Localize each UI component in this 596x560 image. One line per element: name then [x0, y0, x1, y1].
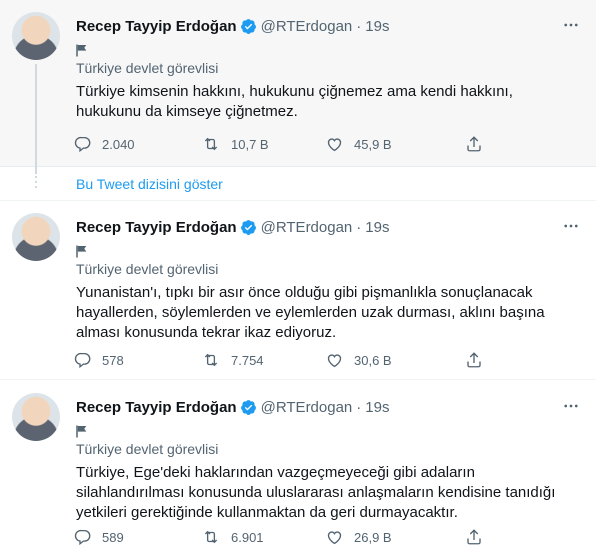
reply-count: 578 [102, 352, 124, 368]
tweet-actions: 589 6.901 26,9 B [68, 525, 508, 549]
author-handle[interactable]: @RTErdogan [261, 219, 353, 236]
thread-connector [35, 171, 37, 189]
thread-line [35, 64, 37, 174]
retweet-count: 6.901 [231, 529, 264, 545]
tweet-header: Recep Tayyip Erdoğan @RTErdogan · 19s [76, 397, 389, 417]
verified-badge-icon [240, 399, 257, 416]
heart-icon [327, 531, 342, 545]
avatar[interactable] [12, 393, 60, 441]
retweet-icon [204, 530, 218, 544]
avatar[interactable] [12, 213, 60, 261]
tweet-header: Recep Tayyip Erdoğan @RTErdogan · 19s [76, 217, 389, 237]
share-icon [467, 529, 481, 545]
verified-badge-icon [240, 219, 257, 236]
reply-icon [74, 529, 91, 546]
tweet-3[interactable]: Recep Tayyip Erdoğan @RTErdogan · 19s Tü… [0, 381, 596, 560]
reply-button[interactable]: 2.040 [68, 135, 201, 153]
like-count: 45,9 B [354, 136, 392, 152]
reply-count: 589 [102, 529, 124, 545]
tweet-actions: 578 7.754 30,6 B [68, 348, 508, 372]
government-official-label: Türkiye devlet görevlisi [76, 261, 219, 277]
author-name[interactable]: Recep Tayyip Erdoğan [76, 399, 237, 416]
reply-button[interactable]: 578 [68, 351, 201, 369]
like-count: 30,6 B [354, 352, 392, 368]
retweet-button[interactable]: 10,7 B [201, 135, 325, 153]
like-button[interactable]: 45,9 B [325, 135, 465, 153]
share-icon [467, 352, 481, 368]
reply-count: 2.040 [102, 136, 135, 152]
tweet-time[interactable]: 19s [365, 18, 389, 35]
share-button[interactable] [465, 135, 495, 153]
share-button[interactable] [465, 351, 495, 369]
heart-icon [327, 354, 342, 368]
retweet-button[interactable]: 7.754 [201, 351, 325, 369]
tweet-header: Recep Tayyip Erdoğan @RTErdogan · 19s [76, 16, 389, 36]
tweet-time[interactable]: 19s [365, 219, 389, 236]
avatar[interactable] [12, 12, 60, 60]
retweet-button[interactable]: 6.901 [201, 528, 325, 546]
government-official-label: Türkiye devlet görevlisi [76, 60, 219, 76]
government-official-label: Türkiye devlet görevlisi [76, 441, 219, 457]
reply-button[interactable]: 589 [68, 528, 201, 546]
more-dots-icon[interactable] [560, 14, 582, 36]
author-handle[interactable]: @RTErdogan [261, 399, 353, 416]
verified-badge-icon [240, 18, 257, 35]
reply-icon [74, 352, 91, 369]
separator-dot: · [356, 17, 362, 35]
retweet-icon [204, 353, 218, 367]
tweet-text: Türkiye kimsenin hakkını, hukukunu çiğne… [76, 83, 513, 120]
tweet-1[interactable]: Recep Tayyip Erdoğan @RTErdogan · 19s Tü… [0, 0, 596, 174]
more-dots-icon[interactable] [560, 215, 582, 237]
separator-dot: · [356, 398, 362, 416]
author-name[interactable]: Recep Tayyip Erdoğan [76, 219, 237, 236]
retweet-count: 7.754 [231, 352, 264, 368]
retweet-count: 10,7 B [231, 136, 269, 152]
author-handle[interactable]: @RTErdogan [261, 18, 353, 35]
tweet-text: Yunanistan'ı, tıpkı bir asır önce olduğu… [76, 284, 545, 341]
separator-dot: · [356, 218, 362, 236]
like-count: 26,9 B [354, 529, 392, 545]
like-button[interactable]: 30,6 B [325, 351, 465, 369]
reply-icon [74, 136, 91, 153]
like-button[interactable]: 26,9 B [325, 528, 465, 546]
author-name[interactable]: Recep Tayyip Erdoğan [76, 18, 237, 35]
share-icon [467, 136, 481, 152]
tweet-actions: 2.040 10,7 B 45,9 B [68, 132, 508, 156]
heart-icon [327, 138, 342, 152]
tweet-2[interactable]: Recep Tayyip Erdoğan @RTErdogan · 19s Tü… [0, 200, 596, 380]
show-thread-link[interactable]: Bu Tweet dizisini göster [76, 176, 223, 192]
share-button[interactable] [465, 528, 495, 546]
retweet-icon [204, 137, 218, 151]
more-dots-icon[interactable] [560, 395, 582, 417]
tweet-time[interactable]: 19s [365, 399, 389, 416]
tweet-text: Türkiye, Ege'deki haklarından vazgeçmeye… [76, 464, 556, 521]
